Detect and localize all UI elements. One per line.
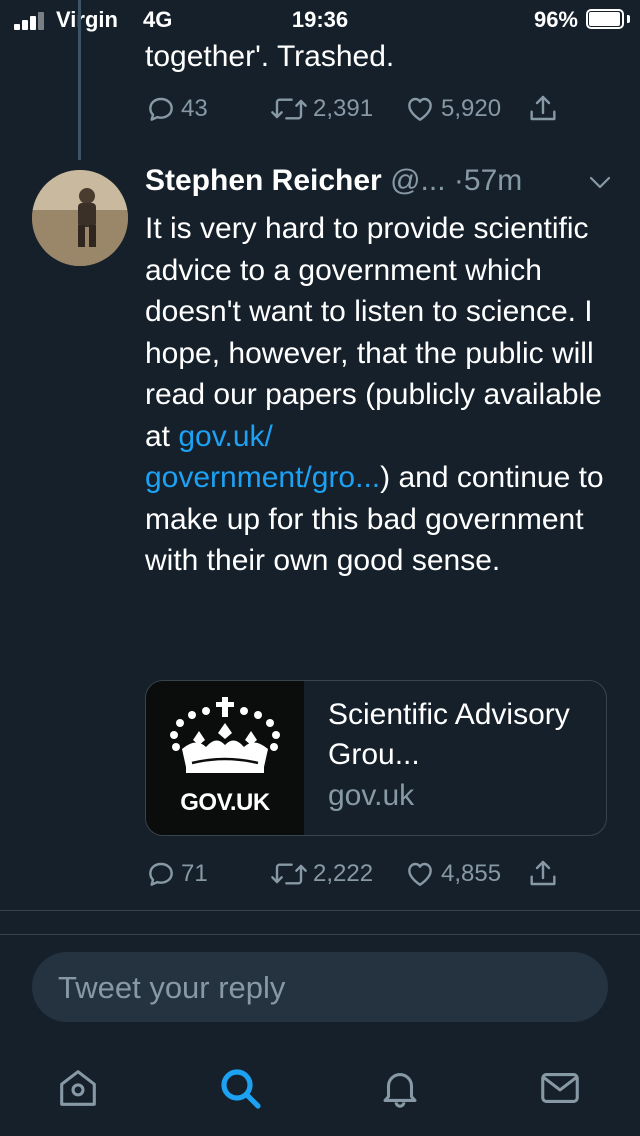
search-icon <box>221 1069 261 1109</box>
tweet-text: It is very hard to provide scientific ad… <box>145 208 615 582</box>
retweet-icon <box>271 98 307 120</box>
like-button[interactable]: 4,855 <box>403 854 501 894</box>
tweet-header: Stephen Reicher @... ·57m <box>145 164 615 208</box>
share-button[interactable] <box>527 89 559 129</box>
like-button[interactable]: 5,920 <box>403 89 501 129</box>
tweet-divider <box>0 910 640 911</box>
tweet-text-part1: It is very hard to provide scientific ad… <box>145 212 602 453</box>
retweet-count: 2,391 <box>313 95 374 122</box>
author-name[interactable]: Stephen Reicher <box>145 164 382 197</box>
author-handle[interactable]: @... <box>390 164 445 197</box>
reply-button[interactable]: 43 <box>145 89 208 129</box>
like-count: 4,855 <box>441 860 502 887</box>
thread-connector-line <box>78 0 81 160</box>
reply-icon <box>149 97 173 121</box>
tab-bar <box>0 1040 640 1136</box>
status-bar: Virgin 4G 19:36 96% <box>0 0 640 40</box>
reply-button[interactable]: 71 <box>145 854 208 894</box>
author-avatar[interactable] <box>32 170 128 266</box>
crown-logo-icon <box>170 697 280 773</box>
tweet-actions: 71 2,222 4,855 <box>145 854 595 894</box>
govuk-logo-label: GOV.UK <box>180 789 270 816</box>
battery-icon <box>586 9 630 29</box>
tab-messages[interactable] <box>530 1058 590 1118</box>
retweet-button[interactable]: 2,222 <box>269 854 373 894</box>
card-image: GOV.UK <box>146 681 304 835</box>
share-icon <box>530 860 556 886</box>
retweet-count: 2,222 <box>313 860 374 887</box>
reply-icon <box>149 862 173 886</box>
like-count: 5,920 <box>441 95 502 122</box>
reply-placeholder: Tweet your reply <box>58 970 286 1005</box>
heart-icon <box>408 862 432 886</box>
tweet-link[interactable]: gov.uk/ government/gro... <box>145 420 380 495</box>
tab-search[interactable] <box>210 1058 270 1118</box>
tweet-time: ·57m <box>453 164 523 197</box>
card-title: Scientific Advisory Grou... <box>328 698 570 771</box>
card-domain: gov.uk <box>328 779 415 812</box>
link-preview-card[interactable]: GOV.UK Scientific Advisory Grou... gov.u… <box>145 680 607 836</box>
messages-icon <box>541 1073 579 1103</box>
previous-tweet-text: together'. Trashed. <box>145 40 395 73</box>
reply-input[interactable]: Tweet your reply <box>32 952 608 1022</box>
notifications-icon <box>383 1073 417 1108</box>
share-button[interactable] <box>527 854 559 894</box>
retweet-button[interactable]: 2,391 <box>269 89 373 129</box>
battery-percent: 96% <box>533 7 578 32</box>
retweet-icon <box>271 863 307 885</box>
reply-count: 71 <box>181 860 208 887</box>
home-icon <box>60 1070 96 1106</box>
tab-notifications[interactable] <box>370 1058 430 1118</box>
previous-tweet-actions: 43 2,391 5,920 <box>145 89 595 129</box>
chevron-down-icon[interactable] <box>589 176 611 190</box>
avatar-photo-icon <box>32 170 128 266</box>
share-icon <box>530 95 556 121</box>
reply-divider <box>0 934 640 935</box>
heart-icon <box>408 97 432 121</box>
reply-count: 43 <box>181 95 208 122</box>
tab-home[interactable] <box>48 1058 108 1118</box>
